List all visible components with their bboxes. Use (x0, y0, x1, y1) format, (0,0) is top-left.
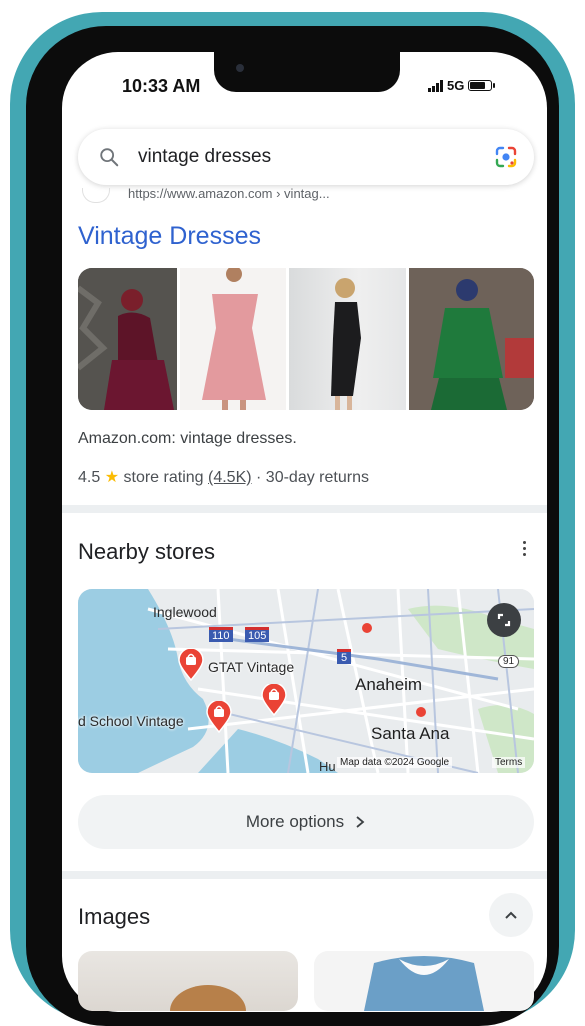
star-icon: ★ (104, 469, 120, 486)
dress-black-image (330, 278, 361, 410)
network-label: 5G (447, 78, 465, 93)
signal-icon (428, 79, 443, 92)
map-background (78, 589, 534, 773)
map-label-school-vintage[interactable]: d School Vintage (78, 713, 184, 729)
rating-value: 4.5 (78, 469, 101, 486)
search-icon (100, 148, 119, 167)
dress-pink-image (202, 268, 267, 410)
dress-thumbnail-pink[interactable] (180, 268, 286, 410)
store-pin-icon[interactable] (261, 684, 287, 716)
map-attribution: Map data ©2024 Google (337, 757, 453, 768)
image-result-card[interactable] (314, 951, 534, 1011)
images-heading: Images (78, 904, 151, 929)
map-highway-110: 110 (209, 627, 233, 642)
status-time: 10:33 AM (122, 76, 201, 96)
store-rating: 4.5 ★ store rating (4.5K) · 30-day retur… (78, 467, 369, 487)
dress-burgundy-image (78, 268, 178, 410)
store-pin-icon[interactable] (178, 649, 204, 681)
map-label-huntington: Hu (319, 759, 336, 773)
chevron-right-icon (356, 816, 365, 828)
result-image-strip[interactable] (78, 268, 534, 410)
camera-icon (236, 64, 244, 72)
result-title-link[interactable]: Vintage Dresses (78, 222, 261, 251)
camera-notch (214, 52, 400, 92)
hat-image (170, 985, 246, 1011)
expand-icon (497, 613, 511, 627)
more-options-label: More options (245, 812, 345, 831)
nearby-stores-map[interactable]: Inglewood 110 105 5 91 GTAT Vintage Anah… (78, 589, 534, 773)
rating-label: store rating (123, 469, 204, 486)
battery-icon (468, 80, 496, 91)
image-result-card[interactable] (78, 951, 298, 1011)
map-terms-link[interactable]: Terms (492, 757, 526, 768)
returns-text: · 30-day returns (256, 469, 369, 486)
dress-thumbnail-burgundy[interactable] (78, 268, 178, 410)
result-url[interactable]: https://www.amazon.com › vintag... (128, 186, 330, 202)
result-source-text: Amazon.com: vintage dresses. (78, 430, 297, 447)
nearby-stores-heading: Nearby stores (78, 539, 215, 564)
dress-green-image (408, 268, 534, 410)
blue-dress-image (364, 956, 484, 1011)
map-highway-105: 105 (245, 627, 270, 642)
rating-count-link[interactable]: (4.5K) (208, 469, 252, 486)
more-vert-icon[interactable] (523, 541, 526, 556)
google-lens-icon[interactable] (494, 145, 518, 169)
map-highway-5: 5 (337, 649, 352, 664)
map-highway-91: 91 (498, 655, 520, 668)
search-bar[interactable]: vintage dresses (78, 129, 534, 185)
more-options-button[interactable]: More options (78, 795, 534, 849)
map-expand-button[interactable] (487, 603, 521, 637)
status-indicators: 5G (428, 78, 496, 93)
dress-thumbnail-black[interactable] (288, 268, 406, 410)
chevron-up-icon (505, 911, 517, 919)
map-label-gtat-vintage[interactable]: GTAT Vintage (208, 659, 294, 675)
store-pin-icon[interactable] (206, 701, 232, 733)
map-label-inglewood: Inglewood (153, 604, 217, 620)
section-divider (62, 871, 547, 879)
search-input[interactable]: vintage dresses (138, 146, 271, 168)
map-label-anaheim: Anaheim (355, 675, 423, 694)
collapse-section-button[interactable] (489, 893, 533, 937)
dress-thumbnail-green[interactable] (408, 268, 534, 410)
map-label-santa-ana: Santa Ana (371, 724, 450, 743)
section-divider (62, 505, 547, 513)
